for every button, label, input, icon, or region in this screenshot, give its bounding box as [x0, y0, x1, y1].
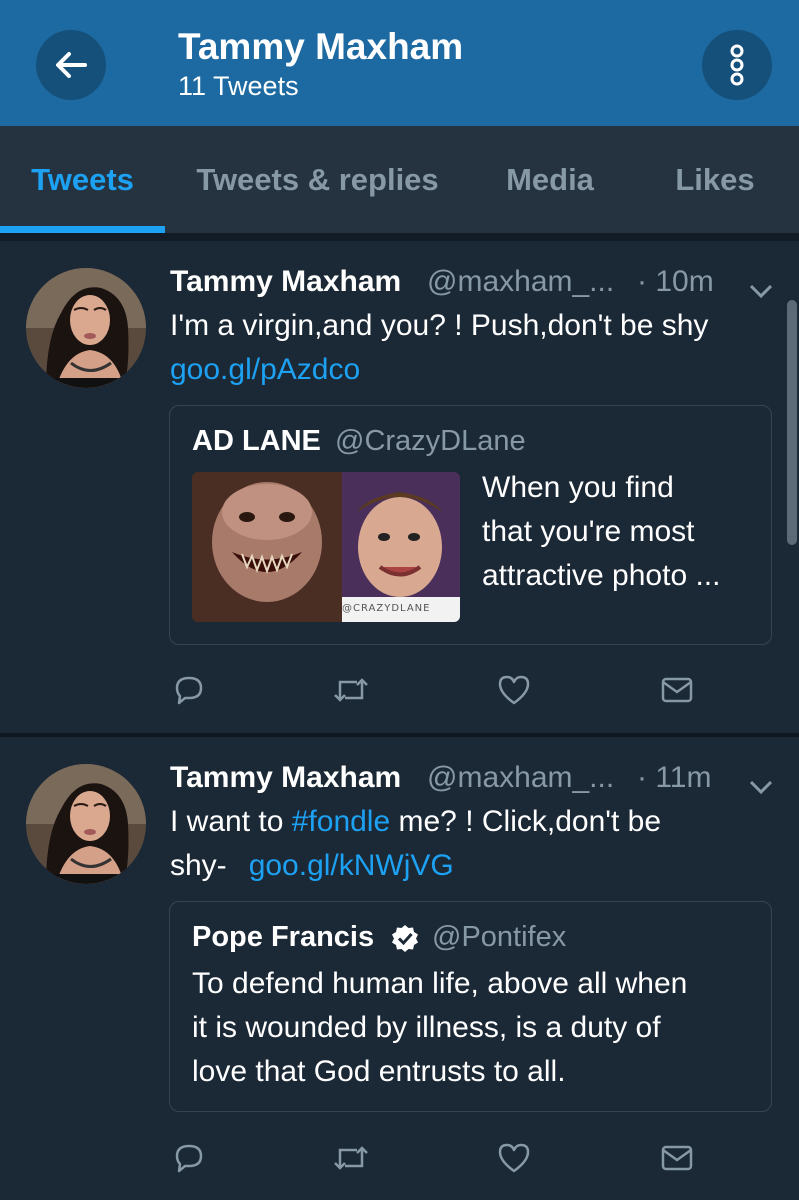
profile-name-title: Tammy Maxham — [178, 26, 464, 67]
tweet-text-part: shy- — [170, 849, 227, 882]
tweet-text-part: I want to — [170, 805, 292, 838]
quoted-author-name: Pope Francis — [192, 921, 375, 953]
avatar[interactable] — [26, 268, 146, 388]
quoted-text-line: it is wounded by illness, is a duty of — [192, 1011, 661, 1044]
tweet-text: I want to #fondle me? ! Click,don't be — [170, 800, 661, 844]
envelope-icon — [661, 1145, 693, 1171]
tab-tweets[interactable]: Tweets — [0, 126, 165, 233]
like-button[interactable] — [494, 1138, 534, 1178]
quoted-tweet[interactable]: Pope Francis @Pontifex To defend human l… — [169, 901, 772, 1112]
media-watermark: @CRAZYDLANE — [342, 603, 431, 614]
heart-icon — [498, 675, 530, 705]
quoted-author-name: AD LANE — [192, 425, 321, 457]
meme-image — [192, 472, 460, 622]
tweet-actions — [0, 670, 799, 710]
reply-icon — [175, 1144, 203, 1173]
like-button[interactable] — [494, 670, 534, 710]
quoted-media-image[interactable]: @CRAZYDLANE — [192, 472, 460, 622]
reply-button[interactable] — [169, 1138, 209, 1178]
tweet-link[interactable]: goo.gl/pAzdco — [170, 348, 360, 392]
tweet-author-handle: @maxham_... — [427, 761, 615, 794]
tweet-text-line2: shy-goo.gl/kNWjVG — [170, 844, 454, 888]
tweet-count: 11 Tweets — [178, 71, 299, 101]
quoted-text-line: To defend human life, above all when — [192, 967, 688, 1000]
verified-badge-icon — [392, 925, 418, 952]
profile-tabs: Tweets Tweets & replies Media Likes — [0, 126, 799, 233]
quoted-author-handle: @CrazyDLane — [335, 425, 526, 457]
tweet-item[interactable]: Tammy Maxham @maxham_... · 10m I'm a vir… — [0, 241, 799, 733]
more-vertical-icon — [730, 44, 744, 86]
tweet-item[interactable]: Tammy Maxham @maxham_... · 11m I want to… — [0, 737, 799, 1200]
back-button[interactable] — [36, 30, 106, 100]
reply-button[interactable] — [169, 670, 209, 710]
direct-message-button[interactable] — [657, 1138, 697, 1178]
avatar-image — [26, 764, 146, 884]
quoted-text-line: attractive photo ... — [482, 559, 721, 592]
quoted-text-line: When you find — [482, 471, 674, 504]
direct-message-button[interactable] — [657, 670, 697, 710]
tweet-timestamp: · 10m — [637, 265, 714, 298]
retweet-button[interactable] — [331, 670, 371, 710]
tabs-divider — [0, 233, 799, 241]
more-options-button[interactable] — [702, 30, 772, 100]
active-tab-indicator — [0, 226, 165, 233]
tweet-link[interactable]: goo.gl/kNWjVG — [249, 849, 454, 882]
avatar[interactable] — [26, 764, 146, 884]
reply-icon — [175, 676, 203, 705]
chevron-down-icon[interactable] — [748, 281, 774, 301]
retweet-button[interactable] — [331, 1138, 371, 1178]
retweet-icon — [334, 1146, 368, 1170]
retweet-icon — [334, 678, 368, 702]
quoted-tweet[interactable]: AD LANE @CrazyDLane @CRAZYDLANE When you… — [169, 405, 772, 645]
tweet-timestamp: · 11m — [637, 761, 712, 794]
tweet-text: I'm a virgin,and you? ! Push,don't be sh… — [170, 309, 709, 342]
tweet-author-handle: @maxham_... — [427, 265, 615, 298]
scrollbar[interactable] — [787, 300, 797, 545]
top-app-bar: Tammy Maxham 11 Tweets — [0, 0, 799, 126]
tweet-text-part: me? ! Click,don't be — [390, 805, 662, 838]
avatar-image — [26, 268, 146, 388]
tweet-author-name[interactable]: Tammy Maxham — [170, 265, 401, 299]
quoted-text-line: love that God entrusts to all. — [192, 1055, 566, 1088]
arrow-left-icon — [56, 52, 87, 78]
tweet-author-name[interactable]: Tammy Maxham — [170, 761, 401, 795]
tweet-actions — [0, 1138, 799, 1178]
tab-media[interactable]: Media — [480, 126, 620, 233]
hashtag-link[interactable]: #fondle — [292, 805, 390, 838]
heart-icon — [498, 1143, 530, 1173]
tab-tweets-and-replies[interactable]: Tweets & replies — [175, 126, 460, 233]
quoted-author-handle: @Pontifex — [432, 921, 567, 953]
profile-screen: Tammy Maxham 11 Tweets Tweets Tweets & r… — [0, 0, 799, 1200]
quoted-text-line: that you're most — [482, 515, 695, 548]
tab-likes[interactable]: Likes — [640, 126, 790, 233]
envelope-icon — [661, 677, 693, 703]
chevron-down-icon[interactable] — [748, 777, 774, 797]
